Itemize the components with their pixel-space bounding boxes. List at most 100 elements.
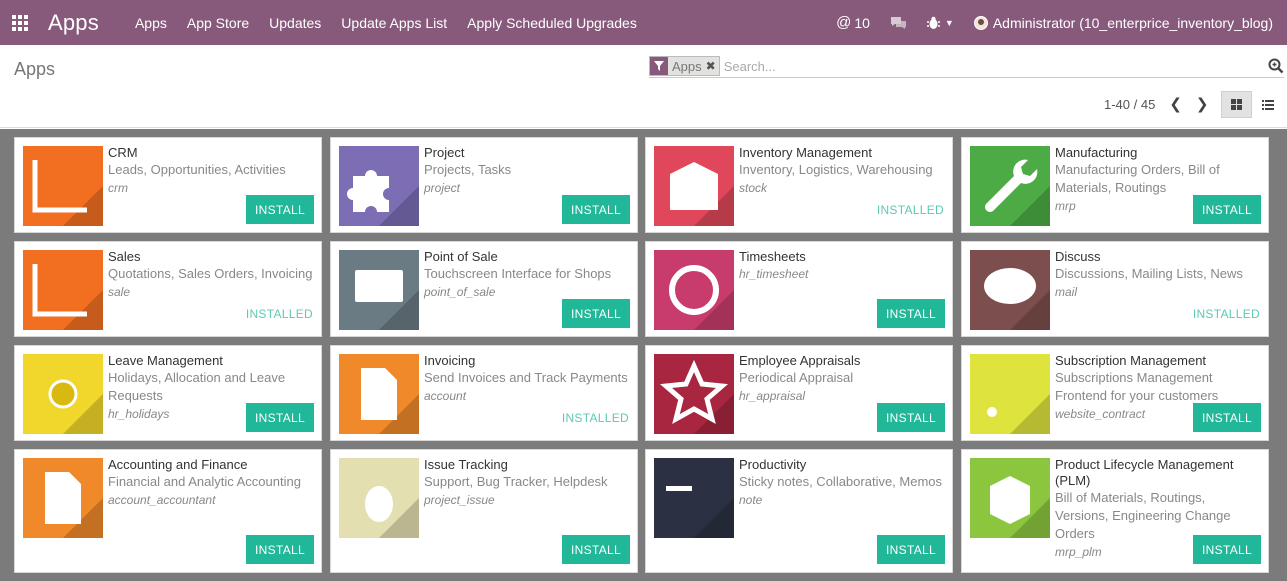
bug-icon xyxy=(339,458,419,538)
facet-remove-icon[interactable]: ✖ xyxy=(706,59,719,73)
app-info: Point of Sale Touchscreen Interface for S… xyxy=(424,249,631,301)
app-card[interactable]: Issue Tracking Support, Bug Tracker, Help… xyxy=(330,449,638,573)
app-info: Productivity Sticky notes, Collaborative,… xyxy=(739,457,946,509)
install-button[interactable]: INSTALL xyxy=(877,403,945,432)
app-name: Manufacturing xyxy=(1055,145,1138,160)
menu-item-updates[interactable]: Updates xyxy=(269,15,321,31)
app-info: Sales Quotations, Sales Orders, Invoicing… xyxy=(108,249,315,301)
install-button[interactable]: INSTALL xyxy=(1193,535,1261,564)
app-card[interactable]: Sales Quotations, Sales Orders, Invoicing… xyxy=(14,241,322,337)
bug-debug-icon xyxy=(926,16,940,29)
app-name: Point of Sale xyxy=(424,249,498,264)
app-name: Leave Management xyxy=(108,353,223,368)
app-info: Discuss Discussions, Mailing Lists, News m… xyxy=(1055,249,1262,301)
install-button[interactable]: INSTALL xyxy=(562,535,630,564)
app-name: Project xyxy=(424,145,465,160)
brand-title: Apps xyxy=(48,9,99,35)
app-card[interactable]: Subscription Management Subscriptions Man… xyxy=(961,345,1269,441)
app-card[interactable]: Product Lifecycle Management (PLM) Bill o… xyxy=(961,449,1269,573)
search-input[interactable] xyxy=(723,58,1244,74)
list-view-button[interactable] xyxy=(1252,91,1283,118)
install-button[interactable]: INSTALL xyxy=(562,299,630,328)
app-card[interactable]: Timesheets hr_timesheet INSTALL xyxy=(645,241,953,337)
kanban-view-button[interactable] xyxy=(1221,91,1252,118)
rss-icon xyxy=(970,354,1050,434)
view-switcher xyxy=(1221,91,1283,118)
pager-next-icon[interactable]: ❯ xyxy=(1196,95,1209,113)
chart-icon xyxy=(23,250,103,330)
app-name: CRM xyxy=(108,145,138,160)
user-menu[interactable]: Administrator (10_enterprice_inventory_b… xyxy=(973,14,1273,31)
menu-item-apps[interactable]: Apps xyxy=(135,15,167,31)
installed-status: INSTALLED xyxy=(561,411,629,425)
install-button[interactable]: INSTALL xyxy=(246,403,314,432)
chevron-down-icon: ▼ xyxy=(944,17,954,28)
app-summary: Quotations, Sales Orders, Invoicing xyxy=(108,266,313,281)
menu-item-update-apps-list[interactable]: Update Apps List xyxy=(341,15,447,31)
app-module: note xyxy=(739,493,763,507)
top-navbar: Apps Apps App Store Updates Update Apps … xyxy=(0,0,1287,45)
app-summary: Send Invoices and Track Payments xyxy=(424,370,628,385)
app-name: Employee Appraisals xyxy=(739,353,861,368)
app-card[interactable]: Invoicing Send Invoices and Track Payment… xyxy=(330,345,638,441)
app-info: Invoicing Send Invoices and Track Payment… xyxy=(424,353,631,405)
menu-item-apply-scheduled-upgrades[interactable]: Apply Scheduled Upgrades xyxy=(467,15,637,31)
app-module: account xyxy=(424,389,467,403)
app-card[interactable]: Manufacturing Manufacturing Orders, Bill … xyxy=(961,137,1269,233)
app-card[interactable]: Discuss Discussions, Mailing Lists, News m… xyxy=(961,241,1269,337)
install-button[interactable]: INSTALL xyxy=(1193,403,1261,432)
app-module: stock xyxy=(739,181,768,195)
search-bar: Apps ✖ xyxy=(649,55,1284,78)
grid-icon xyxy=(1231,99,1242,110)
app-info: Project Projects, Tasks project xyxy=(424,145,631,197)
install-button[interactable]: INSTALL xyxy=(877,535,945,564)
install-button[interactable]: INSTALL xyxy=(562,195,630,224)
app-info: CRM Leads, Opportunities, Activities crm xyxy=(108,145,315,197)
message-count: 10 xyxy=(854,14,870,31)
puzzle-icon xyxy=(339,146,419,226)
avatar xyxy=(973,15,988,30)
pager-value[interactable]: 1-40 / 45 xyxy=(1104,97,1155,112)
install-button[interactable]: INSTALL xyxy=(246,195,314,224)
app-name: Inventory Management xyxy=(739,145,872,160)
app-card[interactable]: Productivity Sticky notes, Collaborative,… xyxy=(645,449,953,573)
search-icon[interactable] xyxy=(1268,58,1284,74)
messages-counter[interactable]: @ 10 xyxy=(836,14,870,31)
warehouse-icon xyxy=(654,146,734,226)
app-summary: Subscriptions Management Frontend for yo… xyxy=(1055,370,1219,403)
debug-menu[interactable]: ▼ xyxy=(926,16,954,30)
app-name: Issue Tracking xyxy=(424,457,508,472)
app-card[interactable]: Point of Sale Touchscreen Interface for S… xyxy=(330,241,638,337)
control-panel: Apps Apps ✖ 1-40 / 45 ❮ ❯ xyxy=(0,45,1287,128)
chat-icon[interactable] xyxy=(890,16,907,30)
app-module: project_issue xyxy=(424,493,495,507)
app-summary: Touchscreen Interface for Shops xyxy=(424,266,612,281)
install-button[interactable]: INSTALL xyxy=(246,535,314,564)
app-switcher-icon[interactable] xyxy=(12,14,30,32)
app-name: Accounting and Finance xyxy=(108,457,248,472)
user-name: Administrator (10_enterprice_inventory_b… xyxy=(992,14,1273,31)
installed-status: INSTALLED xyxy=(1192,307,1260,321)
app-card[interactable]: Project Projects, Tasks project INSTALL xyxy=(330,137,638,233)
app-summary: Sticky notes, Collaborative, Memos xyxy=(739,474,943,489)
app-name: Productivity xyxy=(739,457,807,472)
document-icon xyxy=(23,458,103,538)
install-button[interactable]: INSTALL xyxy=(877,299,945,328)
app-card[interactable]: Accounting and Finance Financial and Anal… xyxy=(14,449,322,573)
install-button[interactable]: INSTALL xyxy=(1193,195,1261,224)
installed-status: INSTALLED xyxy=(876,203,944,217)
app-name: Timesheets xyxy=(739,249,806,264)
app-summary: Leads, Opportunities, Activities xyxy=(108,162,286,177)
app-summary: Financial and Analytic Accounting xyxy=(108,474,301,489)
notes-pen-icon xyxy=(654,458,734,538)
menu-item-app-store[interactable]: App Store xyxy=(187,15,249,31)
app-card[interactable]: Leave Management Holidays, Allocation and… xyxy=(14,345,322,441)
app-card[interactable]: Inventory Management Inventory, Logistics… xyxy=(645,137,953,233)
list-icon xyxy=(1261,99,1274,110)
app-card[interactable]: CRM Leads, Opportunities, Activities crm IN… xyxy=(14,137,322,233)
document-icon xyxy=(339,354,419,434)
app-info: Employee Appraisals Periodical Appraisal h… xyxy=(739,353,946,405)
app-card[interactable]: Employee Appraisals Periodical Appraisal h… xyxy=(645,345,953,441)
search-facet[interactable]: Apps ✖ xyxy=(649,56,720,76)
pager-previous-icon[interactable]: ❮ xyxy=(1169,95,1182,113)
